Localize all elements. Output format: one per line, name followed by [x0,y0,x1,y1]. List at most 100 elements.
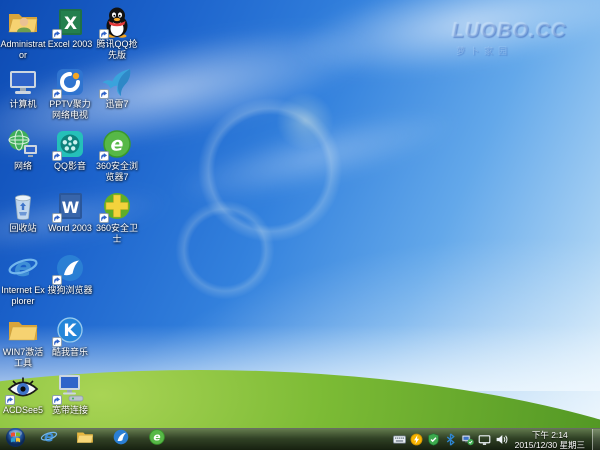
lens-flare [195,95,345,245]
xunlei-icon [99,66,133,99]
svg-text:K: K [63,321,77,341]
browser-360-icon: e [99,128,133,161]
clock-time: 下午 2:14 [531,429,568,440]
desktop-icon-label: 腾讯QQ抢先版 [96,39,138,60]
lens-flare [276,92,334,150]
shortcut-arrow-icon [52,395,62,405]
shortcut-arrow-icon [5,395,15,405]
taskbar-item-internet-explorer[interactable]: e [34,429,64,450]
safe-360-icon [99,190,133,223]
desktop-icon-internet-explorer[interactable]: e Internet Explorer [0,252,46,307]
desktop-icon-word-2003[interactable]: W Word 2003 [47,190,93,234]
desktop-icon-label: WIN7激活工具 [2,347,44,368]
desktop-icon-recycle-bin[interactable]: 回收站 [0,190,46,234]
desktop-icon-broadband[interactable]: 宽带连接 [47,372,93,416]
desktop-icon-label: QQ影音 [53,161,86,171]
excel-icon: X [52,6,86,39]
tray-yellow-ball-icon[interactable] [409,432,424,448]
svg-text:e: e [44,429,54,446]
shortcut-arrow-icon [99,151,109,161]
qq-player-icon [52,128,86,161]
tray-volume-icon[interactable] [494,432,509,448]
lens-flare [175,200,275,300]
desktop-icon-sogou-browser[interactable]: 搜狗浏览器 [47,252,93,296]
shortcut-arrow-icon [52,89,62,99]
desktop-icon-tencent-qq[interactable]: 腾讯QQ抢先版 [94,6,140,61]
svg-text:e: e [153,431,160,444]
taskbar: ee 下午 2:14 2015/12/30 星期三 [0,427,600,450]
shortcut-arrow-icon [52,213,62,223]
svg-text:W: W [62,198,80,217]
desktop-wallpaper: LUOBO.CC 萝卜家园 Administrator X Excel 2003 腾讯… [0,0,600,450]
desktop-icon-acdsee5[interactable]: ACDSee5 [0,372,46,416]
taskbar-pinned-items: ee [34,429,172,450]
watermark-subtitle: 萝卜家园 [456,46,513,56]
desktop-icon-label: 网络 [13,161,32,171]
desktop-icon-label: 360安全卫士 [95,223,139,244]
desktop-icon-label: 搜狗浏览器 [47,285,93,295]
desktop-icon-pptv[interactable]: PPTV聚力 网络电视 [47,66,93,121]
system-tray [391,432,510,448]
ie-icon: e [7,252,39,284]
shortcut-arrow-icon [52,275,62,285]
taskbar-left: ee [0,427,172,450]
explorer-folder-icon [76,428,94,450]
tray-network-status-icon[interactable] [460,432,475,448]
word-icon: W [52,190,86,223]
desktop-icon-label: 360安全浏览器7 [95,161,139,182]
taskbar-right: 下午 2:14 2015/12/30 星期三 [391,428,600,450]
tray-keyboard-icon[interactable] [392,432,407,448]
user-folder-icon [7,6,39,38]
browser-360-icon: e [148,428,166,450]
desktop-icon-label: Internet Explorer [1,285,45,306]
desktop-icon-label: 宽带连接 [51,405,88,415]
desktop-icon-360-browser-7[interactable]: e 360安全浏览器7 [94,128,140,183]
folder-icon [7,314,39,346]
show-desktop-button[interactable] [592,428,600,450]
desktop-icon-administrator[interactable]: Administrator [0,6,46,61]
windows-logo-icon [5,427,26,450]
taskbar-item-sogou-browser[interactable] [106,429,136,450]
desktop-icon-network[interactable]: 网络 [0,128,46,172]
desktop-icon-label: 迅雷7 [105,99,129,109]
watermark: LUOBO.CC 萝卜家园 [452,20,592,57]
shortcut-arrow-icon [99,29,109,39]
desktop-icon-computer[interactable]: 计算机 [0,66,46,110]
watermark-logo-text: LUOBO.CC [452,20,567,42]
start-button[interactable] [0,427,30,450]
svg-text:X: X [64,14,77,34]
desktop-icon-360-safe[interactable]: 360安全卫士 [94,190,140,245]
taskbar-clock[interactable]: 下午 2:14 2015/12/30 星期三 [510,430,590,450]
blue-browser-icon [112,428,130,450]
qq-icon [99,6,133,39]
desktop-icon-win7-activator[interactable]: WIN7激活工具 [0,314,46,369]
desktop-icon-xunlei-7[interactable]: 迅雷7 [94,66,140,110]
shortcut-arrow-icon [52,151,62,161]
desktop-icon-label: 计算机 [9,99,37,109]
tray-green-shield-icon[interactable] [426,432,441,448]
shortcut-arrow-icon [52,337,62,347]
desktop-icon-excel-2003[interactable]: X Excel 2003 [47,6,93,50]
taskbar-item-file-explorer[interactable] [70,429,100,450]
kuwo-icon: K [52,314,86,347]
broadband-icon [52,372,86,405]
tray-bluetooth-icon[interactable] [443,432,458,448]
svg-text:e: e [111,134,124,156]
pptv-icon [52,66,86,99]
desktop-icon-kuwo-music[interactable]: K 酷我音乐 [47,314,93,358]
clock-date: 2015/12/30 星期三 [514,439,585,450]
desktop-icon-label: Administrator [0,39,46,60]
taskbar-item-360-browser[interactable]: e [142,429,172,450]
svg-text:e: e [14,253,32,283]
blue-browser-icon [52,252,86,285]
desktop-icon-label: ACDSee5 [2,405,44,415]
cloud-decor [285,0,600,96]
desktop-icon-qq-player[interactable]: QQ影音 [47,128,93,172]
desktop-icon-label: 回收站 [9,223,37,233]
tray-display-icon[interactable] [477,432,492,448]
desktop-icon-label: Word 2003 [48,223,92,233]
desktop-icon-label: Excel 2003 [47,39,93,49]
desktop-icon-label: PPTV聚力 网络电视 [49,99,91,120]
shortcut-arrow-icon [99,213,109,223]
cloud-decor [167,93,463,221]
